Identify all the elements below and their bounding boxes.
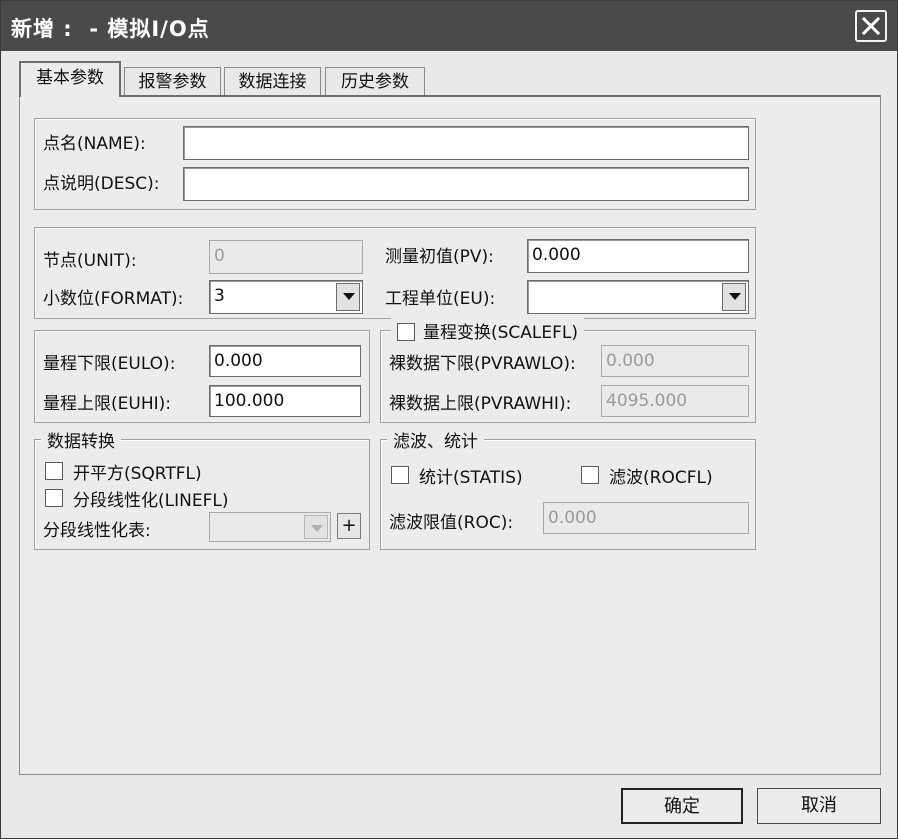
- format-dropdown-button[interactable]: [336, 283, 360, 311]
- tab-panel-basic: 点名(NAME): 点说明(DESC): 节点(UNIT): 0 测量初值(PV…: [19, 95, 881, 775]
- eu-dropdown-button[interactable]: [722, 283, 746, 311]
- tab-label: 数据连接: [238, 72, 307, 92]
- scale-group: 量程变换(SCALEFL) 裸数据下限(PVRAWLO): 0.000 裸数据上…: [380, 318, 756, 423]
- tab-data-connection[interactable]: 数据连接: [224, 67, 321, 95]
- statis-checkbox[interactable]: [391, 466, 409, 484]
- roc-label: 滤波限值(ROC):: [389, 513, 514, 533]
- conversion-legend: 数据转换: [41, 427, 121, 452]
- chevron-down-icon: [729, 293, 741, 300]
- euhi-input[interactable]: 100.000: [209, 385, 361, 417]
- name-label: 点名(NAME):: [43, 134, 146, 154]
- pvrawhi-label: 裸数据上限(PVRAWHI):: [389, 394, 572, 414]
- linefl-label: 分段线性化(LINEFL): [73, 491, 229, 511]
- dialog-window: 新增 : - 模拟I/O点 基本参数 报警参数 数据连接 历史参数 点名(NAM…: [0, 0, 898, 839]
- cancel-button[interactable]: 取消: [757, 788, 881, 824]
- linefl-checkbox[interactable]: [45, 489, 63, 507]
- statis-label: 统计(STATIS): [419, 468, 523, 488]
- pvrawlo-label: 裸数据下限(PVRAWLO):: [389, 354, 576, 374]
- eulo-label: 量程下限(EULO):: [43, 354, 176, 374]
- tab-label: 报警参数: [138, 72, 207, 92]
- pv-label: 测量初值(PV):: [385, 247, 494, 267]
- unit-label: 节点(UNIT):: [43, 251, 137, 271]
- roc-input: 0.000: [543, 502, 749, 534]
- eu-label: 工程单位(EU):: [385, 289, 496, 309]
- chevron-down-icon: [343, 293, 355, 300]
- close-icon: [862, 17, 880, 35]
- linefl-table-label: 分段线性化表:: [43, 521, 151, 541]
- rocfl-checkbox[interactable]: [581, 466, 599, 484]
- tab-label: 基本参数: [36, 68, 104, 88]
- title-bar[interactable]: 新增 : - 模拟I/O点: [1, 1, 897, 51]
- tab-basic-params[interactable]: 基本参数: [19, 61, 121, 97]
- linefl-table-select: [209, 512, 331, 542]
- sqrt-checkbox[interactable]: [45, 462, 63, 480]
- tab-label: 历史参数: [341, 72, 409, 92]
- desc-input[interactable]: [183, 167, 749, 201]
- linefl-table-dropdown-button: [304, 515, 328, 539]
- unit-format-group: 节点(UNIT): 0 测量初值(PV): 0.000 小数位(FORMAT):…: [34, 227, 756, 319]
- data-conversion-group: 数据转换 开平方(SQRTFL) 分段线性化(LINEFL) 分段线性化表: +: [34, 427, 370, 550]
- tab-history-params[interactable]: 历史参数: [325, 67, 425, 95]
- close-button[interactable]: [855, 10, 887, 42]
- scale-legend-label: 量程变换(SCALEFL): [423, 323, 579, 343]
- filter-stats-group: 滤波、统计 统计(STATIS) 滤波(ROCFL) 滤波限值(ROC): 0.…: [380, 427, 756, 550]
- range-group: 量程下限(EULO): 0.000 量程上限(EUHI): 100.000: [34, 330, 370, 423]
- scale-checkbox[interactable]: [397, 323, 415, 341]
- eu-select[interactable]: [527, 280, 749, 314]
- window-title: 新增 : - 模拟I/O点: [11, 17, 210, 41]
- ok-button[interactable]: 确定: [621, 788, 743, 824]
- pvrawlo-input: 0.000: [601, 345, 749, 377]
- scale-legend: 量程变换(SCALEFL): [391, 318, 585, 343]
- rocfl-label: 滤波(ROCFL): [609, 468, 713, 488]
- name-input[interactable]: [183, 126, 749, 160]
- pvrawhi-input: 4095.000: [601, 385, 749, 417]
- tab-alarm-params[interactable]: 报警参数: [124, 67, 221, 95]
- eulo-input[interactable]: 0.000: [209, 345, 361, 377]
- add-table-button[interactable]: +: [337, 513, 361, 539]
- format-select-value: 3: [214, 286, 225, 306]
- name-desc-group: 点名(NAME): 点说明(DESC):: [34, 118, 756, 210]
- sqrt-label: 开平方(SQRTFL): [73, 464, 202, 484]
- format-label: 小数位(FORMAT):: [43, 289, 184, 309]
- filter-legend: 滤波、统计: [387, 427, 484, 452]
- pv-input[interactable]: 0.000: [527, 239, 749, 273]
- euhi-label: 量程上限(EUHI):: [43, 394, 171, 414]
- unit-input: 0: [209, 240, 363, 274]
- format-select[interactable]: 3: [209, 280, 363, 314]
- desc-label: 点说明(DESC):: [43, 174, 160, 194]
- chevron-down-icon: [311, 525, 323, 532]
